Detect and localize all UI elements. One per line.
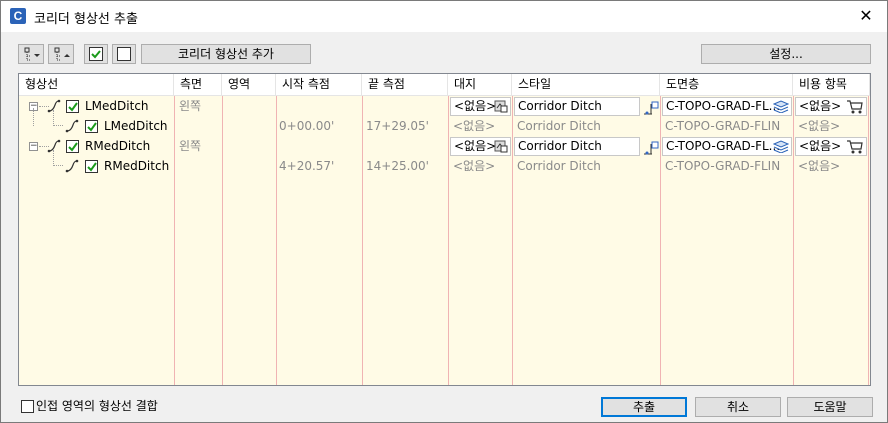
pay-item-cart-icon[interactable]: [846, 98, 864, 114]
grid-header: 형상선 측면 영역 시작 측점 끝 측점 대지 스타일 도면층 비용 항목: [19, 74, 870, 96]
settings-button[interactable]: 설정...: [701, 44, 871, 64]
close-icon[interactable]: ✕: [851, 3, 881, 29]
expand-tree-icon: [24, 47, 40, 61]
style-value: Corridor Ditch: [518, 139, 602, 153]
table-row[interactable]: − LMedDitch 왼쪽 <없음> Corridor Ditch C-TOP…: [19, 96, 870, 116]
style-value: Corridor Ditch: [518, 99, 602, 113]
layer-value: C-TOPO-GRAD-FLIN: [665, 119, 781, 133]
site-value: <없음>: [453, 159, 496, 173]
combine-regions-label[interactable]: 인접 영역의 형상선 결합: [36, 399, 158, 414]
col-header-site[interactable]: 대지: [448, 74, 512, 96]
checkmark-icon: [68, 142, 78, 152]
feature-line-name: LMedDitch: [104, 119, 168, 133]
site-picker-icon[interactable]: [494, 139, 508, 153]
end-station-value: 14+25.00': [366, 159, 429, 173]
row-checkbox[interactable]: [85, 120, 98, 133]
start-station-value: 0+00.00': [279, 119, 335, 133]
style-picker-icon[interactable]: [643, 140, 659, 156]
side-value: 왼쪽: [179, 99, 202, 113]
collapse-tree-button[interactable]: [48, 44, 74, 64]
end-station-value: 17+29.05': [366, 119, 429, 133]
site-dropdown[interactable]: <없음>: [450, 97, 511, 116]
help-button[interactable]: 도움말: [787, 397, 873, 417]
table-row[interactable]: RMedDitch 4+20.57' 14+25.00' <없음> Corrid…: [19, 150, 870, 176]
cancel-button[interactable]: 취소: [695, 397, 781, 417]
layer-value: C-TOPO-GRAD-FL...: [666, 139, 781, 153]
site-value: <없음>: [454, 99, 497, 113]
layer-value: C-TOPO-GRAD-FLIN: [665, 159, 781, 173]
extract-button[interactable]: 추출: [601, 397, 687, 417]
col-header-layer[interactable]: 도면층: [660, 74, 793, 96]
feature-line-grid: 형상선 측면 영역 시작 측점 끝 측점 대지 스타일 도면층 비용 항목 −: [18, 73, 871, 386]
style-picker-icon[interactable]: [643, 100, 659, 116]
layer-picker-icon[interactable]: [773, 99, 789, 113]
tree-connector: [53, 110, 63, 126]
col-header-start-station[interactable]: 시작 측점: [276, 74, 362, 96]
combine-regions-checkbox[interactable]: [21, 400, 34, 413]
col-header-end-station[interactable]: 끝 측점: [362, 74, 448, 96]
extract-feature-lines-dialog: C 코리더 형상선 추출 ✕ 코리더 형상선 추가 설정... 형상선 측면 영…: [0, 0, 888, 423]
pay-item-value: <없음>: [798, 159, 841, 173]
pay-item-dropdown[interactable]: <없음>: [795, 137, 867, 156]
style-dropdown[interactable]: Corridor Ditch: [514, 137, 640, 156]
feature-line-name: LMedDitch: [85, 99, 149, 113]
style-value: Corridor Ditch: [517, 159, 601, 173]
pay-item-value: <없음>: [798, 119, 841, 133]
civil3d-app-icon: C: [10, 8, 26, 24]
expand-tree-button[interactable]: [18, 44, 44, 64]
col-header-pay-item[interactable]: 비용 항목: [793, 74, 870, 96]
title-bar: C 코리더 형상선 추출 ✕: [1, 1, 887, 32]
start-station-value: 4+20.57': [279, 159, 335, 173]
pay-item-value: <없음>: [799, 99, 842, 113]
feature-line-icon: [65, 159, 79, 173]
checkmark-icon: [87, 122, 97, 132]
layer-dropdown[interactable]: C-TOPO-GRAD-FL...: [662, 97, 792, 116]
layer-picker-icon[interactable]: [773, 139, 789, 153]
layer-dropdown[interactable]: C-TOPO-GRAD-FL...: [662, 137, 792, 156]
collapse-tree-icon: [54, 47, 70, 61]
checkmark-icon: [87, 162, 97, 172]
col-header-region[interactable]: 영역: [222, 74, 276, 96]
layer-value: C-TOPO-GRAD-FL...: [666, 99, 781, 113]
add-corridor-feature-line-button[interactable]: 코리더 형상선 추가: [141, 44, 311, 64]
table-row[interactable]: LMedDitch 0+00.00' 17+29.05' <없음> Corrid…: [19, 108, 870, 136]
checked-box-icon: [89, 47, 103, 61]
site-value: <없음>: [453, 119, 496, 133]
uncheck-all-button[interactable]: [112, 44, 136, 64]
feature-line-name: RMedDitch: [104, 159, 170, 173]
site-dropdown[interactable]: <없음>: [450, 137, 511, 156]
pay-item-cart-icon[interactable]: [846, 138, 864, 154]
row-checkbox[interactable]: [85, 160, 98, 173]
checkmark-icon: [68, 102, 78, 112]
check-all-button[interactable]: [84, 44, 108, 64]
row-checkbox[interactable]: [66, 100, 79, 113]
table-row[interactable]: − RMedDitch 왼쪽 <없음> Corridor Ditch C-TOP…: [19, 136, 870, 156]
col-header-side[interactable]: 측면: [174, 74, 222, 96]
col-header-style[interactable]: 스타일: [512, 74, 660, 96]
tree-connector: [53, 150, 63, 166]
style-dropdown[interactable]: Corridor Ditch: [514, 97, 640, 116]
row-checkbox[interactable]: [66, 140, 79, 153]
side-value: 왼쪽: [179, 139, 202, 153]
feature-line-name: RMedDitch: [85, 139, 151, 153]
site-value: <없음>: [454, 139, 497, 153]
empty-box-icon: [117, 47, 131, 61]
site-picker-icon[interactable]: [494, 99, 508, 113]
dialog-title: 코리더 형상선 추출: [34, 12, 138, 27]
pay-item-dropdown[interactable]: <없음>: [795, 97, 867, 116]
feature-line-icon: [65, 119, 79, 133]
pay-item-value: <없음>: [799, 139, 842, 153]
tree-connector: [33, 108, 34, 126]
style-value: Corridor Ditch: [517, 119, 601, 133]
collapse-node-icon[interactable]: −: [29, 142, 38, 151]
col-header-feature-line[interactable]: 형상선: [19, 74, 174, 96]
